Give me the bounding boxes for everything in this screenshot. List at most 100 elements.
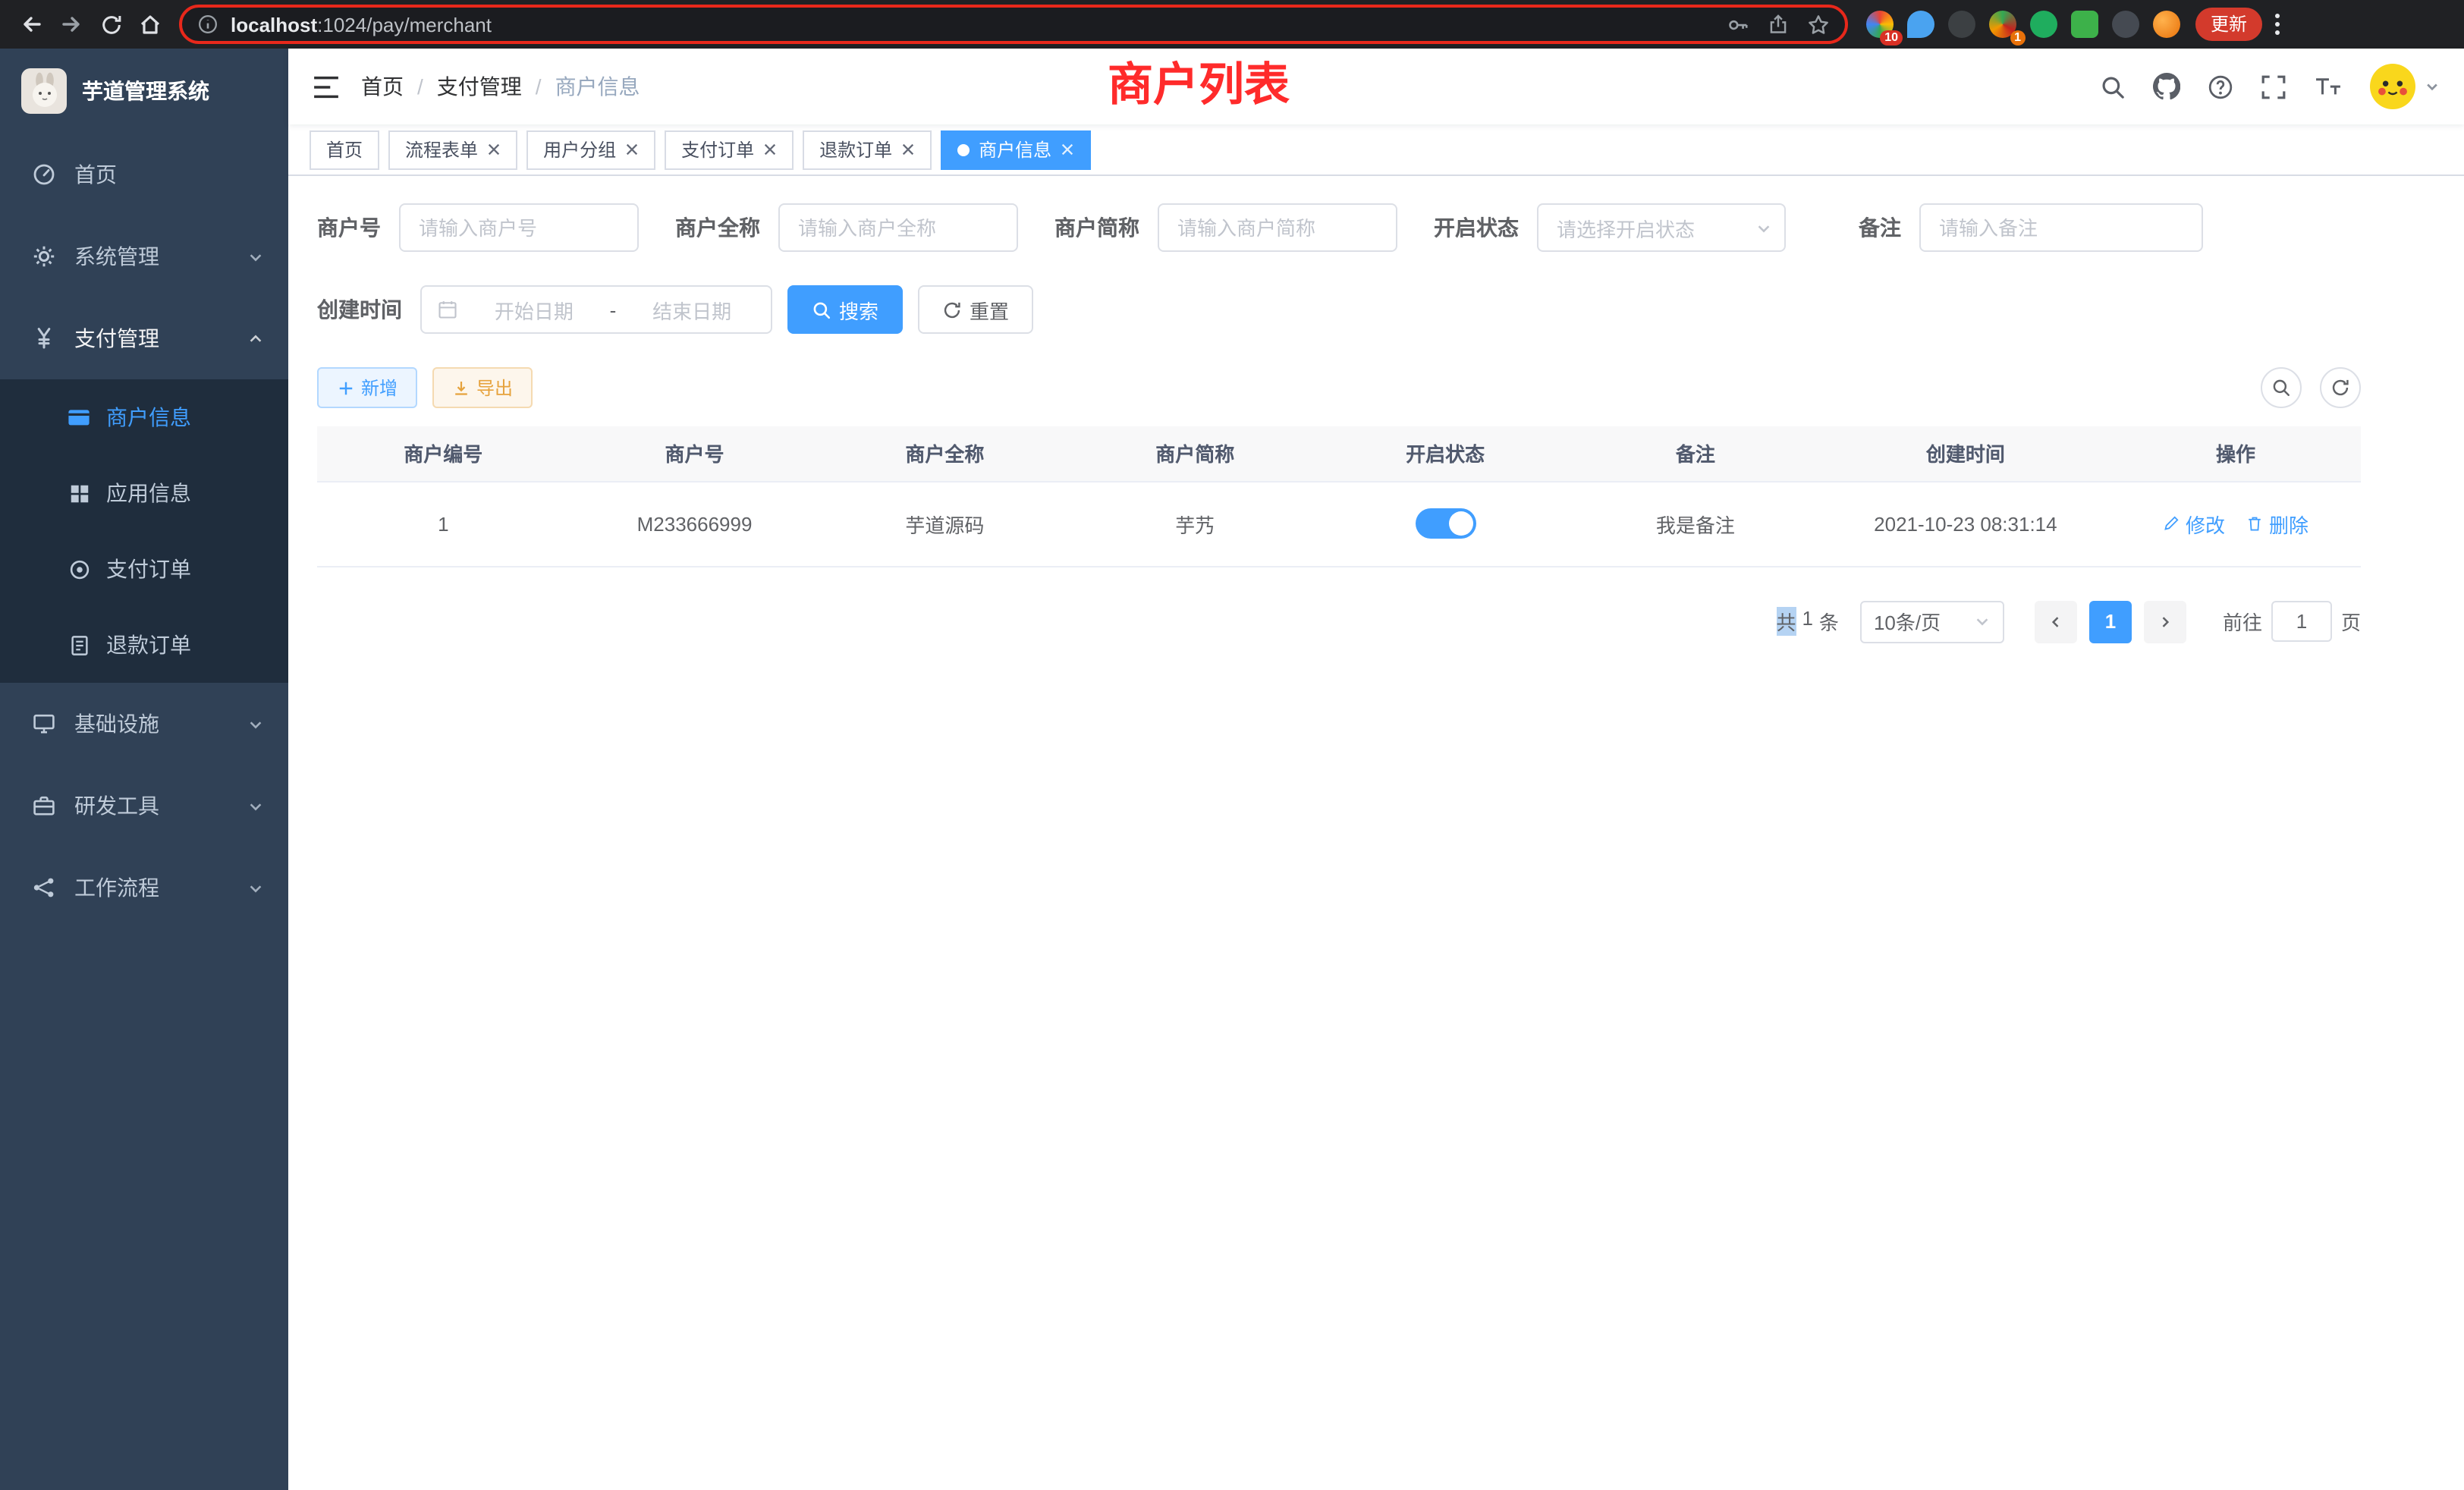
export-button[interactable]: 导出 bbox=[432, 367, 533, 408]
sidebar-item-home[interactable]: 首页 bbox=[0, 134, 288, 215]
col-status: 开启状态 bbox=[1320, 426, 1570, 481]
sidebar-logo[interactable]: 芋道管理系统 bbox=[0, 49, 288, 134]
sidebar-item-label: 研发工具 bbox=[74, 791, 159, 821]
goto-page-input[interactable] bbox=[2271, 601, 2332, 642]
extensions-area: 10 1 bbox=[1866, 11, 2180, 38]
reset-button[interactable]: 重置 bbox=[918, 285, 1033, 334]
close-icon[interactable] bbox=[763, 143, 777, 156]
breadcrumb-pay[interactable]: 支付管理 bbox=[437, 71, 522, 102]
extension-colorwheel-icon[interactable]: 10 bbox=[1866, 11, 1894, 38]
tab-home[interactable]: 首页 bbox=[310, 130, 379, 169]
github-icon[interactable] bbox=[2153, 73, 2180, 100]
prev-page-button[interactable] bbox=[2035, 600, 2077, 643]
cell-short-name: 芋艿 bbox=[1070, 481, 1320, 566]
extension-session-icon[interactable]: 1 bbox=[1989, 11, 2016, 38]
toolbox-icon bbox=[30, 794, 56, 818]
document-icon bbox=[67, 633, 91, 656]
date-start-placeholder: 开始日期 bbox=[470, 295, 598, 324]
calendar-icon bbox=[437, 299, 458, 320]
search-button[interactable]: 搜索 bbox=[787, 285, 903, 334]
share-icon[interactable] bbox=[1768, 14, 1789, 35]
address-bar[interactable]: localhost:1024/pay/merchant bbox=[179, 5, 1848, 44]
breadcrumb-separator: / bbox=[536, 74, 542, 99]
sidebar-item-label: 首页 bbox=[74, 159, 117, 190]
help-icon[interactable] bbox=[2208, 74, 2233, 99]
edit-link[interactable]: 修改 bbox=[2163, 509, 2225, 538]
tab-merchant-info[interactable]: 商户信息 bbox=[941, 130, 1091, 169]
extension-green-circle-icon[interactable] bbox=[2030, 11, 2057, 38]
chrome-update-button[interactable]: 更新 bbox=[2195, 8, 2262, 41]
status-select[interactable]: 请选择开启状态 bbox=[1537, 203, 1786, 252]
tab-flow-form[interactable]: 流程表单 bbox=[388, 130, 517, 169]
close-icon[interactable] bbox=[1061, 143, 1074, 156]
filter-label-short-name: 商户简称 bbox=[1054, 212, 1139, 243]
close-icon[interactable] bbox=[901, 143, 915, 156]
extension-face-icon[interactable] bbox=[2153, 11, 2180, 38]
tab-user-group[interactable]: 用户分组 bbox=[526, 130, 655, 169]
caret-down-icon bbox=[2425, 79, 2440, 94]
chevron-up-icon bbox=[247, 330, 264, 347]
close-icon[interactable] bbox=[625, 143, 639, 156]
merchant-name-input[interactable] bbox=[778, 203, 1018, 252]
col-merchant-id: 商户编号 bbox=[317, 426, 570, 481]
next-page-button[interactable] bbox=[2144, 600, 2186, 643]
sidebar-item-workflow[interactable]: 工作流程 bbox=[0, 847, 288, 929]
sidebar-item-label: 支付管理 bbox=[74, 323, 159, 354]
sidebar-collapse-icon[interactable] bbox=[313, 75, 340, 98]
extension-notes-icon[interactable] bbox=[2071, 11, 2098, 38]
breadcrumb-home[interactable]: 首页 bbox=[361, 71, 404, 102]
page-size-select[interactable]: 10条/页 bbox=[1860, 600, 2004, 643]
user-menu[interactable] bbox=[2370, 64, 2440, 109]
chevron-down-icon bbox=[247, 797, 264, 814]
merchant-table: 商户编号 商户号 商户全称 商户简称 开启状态 备注 创建时间 操作 1 bbox=[317, 426, 2361, 567]
tab-refund-order[interactable]: 退款订单 bbox=[803, 130, 932, 169]
filter-label-merchant-name: 商户全称 bbox=[675, 212, 760, 243]
password-key-icon[interactable] bbox=[1727, 13, 1749, 36]
sidebar-item-pay[interactable]: 支付管理 bbox=[0, 297, 288, 379]
sidebar-item-devtools[interactable]: 研发工具 bbox=[0, 765, 288, 847]
bookmark-star-icon[interactable] bbox=[1807, 13, 1830, 36]
table-header-row: 商户编号 商户号 商户全称 商户简称 开启状态 备注 创建时间 操作 bbox=[317, 426, 2361, 481]
add-button[interactable]: 新增 bbox=[317, 367, 417, 408]
sidebar-item-system[interactable]: 系统管理 bbox=[0, 215, 288, 297]
app-title: 芋道管理系统 bbox=[82, 76, 209, 106]
sidebar-item-infra[interactable]: 基础设施 bbox=[0, 683, 288, 765]
font-size-icon[interactable] bbox=[2314, 75, 2343, 98]
extension-dark-circle-icon[interactable] bbox=[1948, 11, 1975, 38]
sidebar-item-merchant-info[interactable]: 商户信息 bbox=[0, 379, 288, 455]
browser-forward-icon[interactable] bbox=[52, 5, 91, 44]
workflow-icon bbox=[30, 875, 56, 900]
header-search-icon[interactable] bbox=[2100, 74, 2126, 99]
pay-submenu: 商户信息 应用信息 支付订单 bbox=[0, 379, 288, 683]
target-icon bbox=[67, 558, 91, 580]
toggle-search-button[interactable] bbox=[2261, 367, 2302, 408]
sidebar-item-app-info[interactable]: 应用信息 bbox=[0, 455, 288, 531]
url-text: localhost:1024/pay/merchant bbox=[231, 13, 492, 36]
status-switch[interactable] bbox=[1415, 508, 1476, 539]
cell-remark: 我是备注 bbox=[1570, 481, 1821, 566]
tab-pay-order[interactable]: 支付订单 bbox=[665, 130, 794, 169]
fullscreen-icon[interactable] bbox=[2261, 74, 2286, 99]
site-info-icon[interactable] bbox=[197, 14, 218, 35]
close-icon[interactable] bbox=[487, 143, 501, 156]
merchant-no-input[interactable] bbox=[399, 203, 639, 252]
browser-reload-icon[interactable] bbox=[91, 5, 130, 44]
sidebar-item-pay-order[interactable]: 支付订单 bbox=[0, 531, 288, 607]
chevron-down-icon bbox=[1974, 613, 1991, 630]
remark-input[interactable] bbox=[1919, 203, 2203, 252]
logo-avatar bbox=[21, 68, 67, 114]
refresh-button[interactable] bbox=[2320, 367, 2361, 408]
sidebar-item-refund-order[interactable]: 退款订单 bbox=[0, 607, 288, 683]
browser-back-icon[interactable] bbox=[12, 5, 52, 44]
extension-knot-icon[interactable] bbox=[2112, 11, 2139, 38]
extension-drop-icon[interactable] bbox=[1907, 11, 1934, 38]
annotation-title: 商户列表 bbox=[1108, 58, 1290, 115]
page-1-button[interactable]: 1 bbox=[2089, 600, 2132, 643]
chevron-down-icon bbox=[247, 715, 264, 732]
filter-label-merchant-no: 商户号 bbox=[317, 212, 381, 243]
delete-link[interactable]: 删除 bbox=[2246, 509, 2308, 538]
browser-menu-kebab-icon[interactable] bbox=[2274, 12, 2280, 36]
browser-home-icon[interactable] bbox=[130, 5, 170, 44]
create-time-range-picker[interactable]: 开始日期 - 结束日期 bbox=[420, 285, 772, 334]
short-name-input[interactable] bbox=[1158, 203, 1397, 252]
